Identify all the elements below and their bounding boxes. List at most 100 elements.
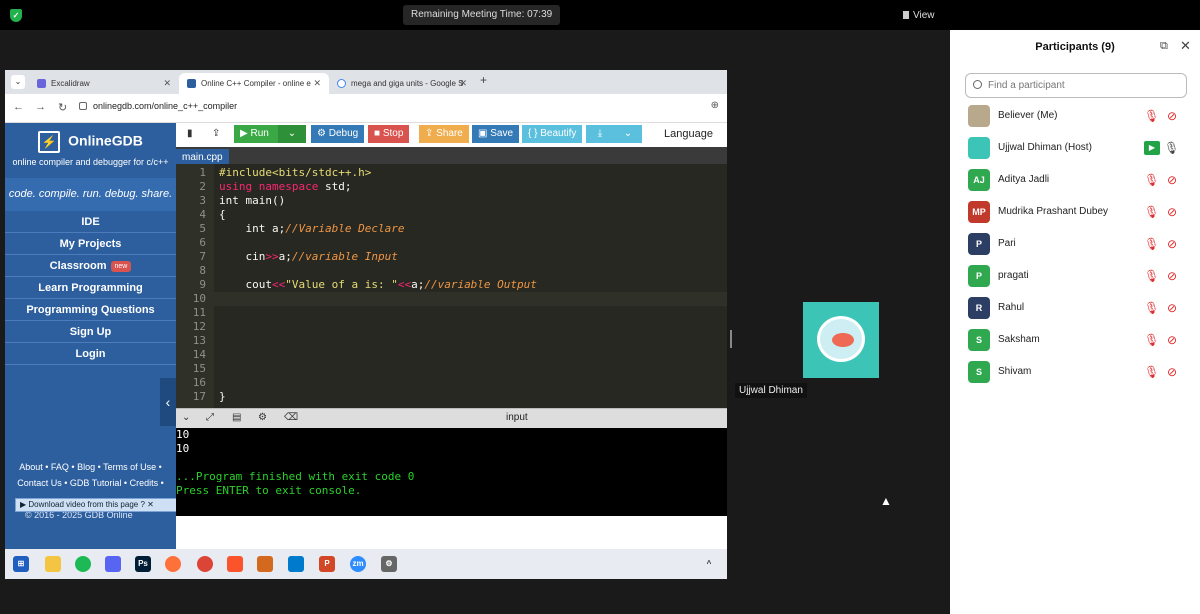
participant-video-tile[interactable]: [803, 302, 879, 378]
share-button[interactable]: ⇪ Share: [419, 125, 469, 143]
video-off-icon[interactable]: ⊘: [1164, 237, 1180, 251]
sidebar-item-ide[interactable]: IDE: [5, 211, 176, 233]
participant-row[interactable]: P pragati 🎙︎ ⊘: [968, 265, 1190, 287]
collapse-sidebar-icon[interactable]: ‹: [160, 378, 176, 426]
shared-browser-window: ⌄ Excalidraw ✕ Online C++ Compiler - onl…: [5, 70, 727, 549]
language-label[interactable]: Language: [664, 128, 713, 140]
mic-muted-icon[interactable]: 🎙︎: [1144, 237, 1159, 251]
sidebar-item-login[interactable]: Login: [5, 343, 176, 365]
video-off-icon[interactable]: ⊘: [1164, 269, 1180, 283]
code-editor[interactable]: 1 #include<bits/stdc++.h> 2 using namespac…: [176, 164, 727, 408]
participant-name: pragati: [998, 270, 1029, 281]
download-options-dropdown[interactable]: ⌄: [614, 125, 642, 143]
close-icon[interactable]: ✕: [313, 73, 321, 94]
view-button[interactable]: View: [903, 10, 935, 21]
pop-out-icon[interactable]: ⧉: [1160, 40, 1168, 53]
reload-icon[interactable]: ↻: [58, 101, 67, 114]
shield-icon[interactable]: ✓: [10, 9, 22, 22]
sidebar-item-classroom[interactable]: Classroom new: [5, 255, 176, 277]
gear-icon[interactable]: ⚙: [258, 412, 267, 423]
fishbowl-avatar: [817, 316, 865, 362]
splitter-handle[interactable]: [730, 330, 732, 348]
video-off-icon[interactable]: ⊘: [1164, 109, 1180, 123]
debug-button[interactable]: ⚙ Debug: [311, 125, 365, 143]
run-options-dropdown[interactable]: ⌄: [278, 125, 306, 143]
zoom-app-icon[interactable]: zm: [350, 556, 366, 572]
mic-muted-icon[interactable]: 🎙︎: [1144, 365, 1159, 379]
photoshop-icon[interactable]: Ps: [135, 556, 151, 572]
stop-button[interactable]: ■ Stop: [368, 125, 410, 143]
mic-muted-icon[interactable]: 🎙︎: [1144, 109, 1159, 123]
avatar: R: [968, 297, 990, 319]
participant-row[interactable]: S Saksham 🎙︎ ⊘: [968, 329, 1190, 351]
tab-search-dropdown[interactable]: ⌄: [11, 75, 25, 89]
participant-row[interactable]: Believer (Me) 🎙︎ ⊘: [968, 105, 1190, 127]
participant-search-input[interactable]: Find a participant: [965, 73, 1187, 98]
participant-row[interactable]: S Shivam 🎙︎ ⊘: [968, 361, 1190, 383]
forward-icon[interactable]: →: [35, 101, 46, 113]
tray-chevron-icon[interactable]: ^: [701, 556, 717, 572]
participant-row[interactable]: AJ Aditya Jadli 🎙︎ ⊘: [968, 169, 1190, 191]
video-off-icon[interactable]: ⊘: [1164, 365, 1180, 379]
mouse-cursor-icon: ▲: [880, 494, 892, 508]
tab-excalidraw[interactable]: Excalidraw ✕: [29, 73, 179, 94]
download-icon[interactable]: ⤓: [586, 125, 614, 143]
settings-icon[interactable]: ⚙: [381, 556, 397, 572]
video-off-icon[interactable]: ⊘: [1164, 173, 1180, 187]
mic-muted-icon[interactable]: 🎙︎: [1144, 333, 1159, 347]
copy-icon[interactable]: ▤: [232, 412, 241, 423]
close-icon[interactable]: ✕: [163, 73, 171, 94]
participant-row[interactable]: P Pari 🎙︎ ⊘: [968, 233, 1190, 255]
file-explorer-icon[interactable]: [45, 556, 61, 572]
save-button[interactable]: ▣ Save: [472, 125, 520, 143]
tab-onlinegdb[interactable]: Online C++ Compiler - online e ✕: [179, 73, 329, 94]
mic-on-icon[interactable]: 🎙︎: [1164, 141, 1179, 155]
chrome-icon[interactable]: [197, 556, 213, 572]
expand-icon[interactable]: ⤢: [206, 412, 214, 423]
spotify-icon[interactable]: [75, 556, 91, 572]
video-off-icon[interactable]: ⊘: [1164, 301, 1180, 315]
powerpoint-icon[interactable]: P: [319, 556, 335, 572]
mic-muted-icon[interactable]: 🎙︎: [1144, 205, 1159, 219]
clear-console-icon[interactable]: ⌫: [284, 412, 298, 423]
sublime-icon[interactable]: [257, 556, 273, 572]
sidebar-item-learn-programming[interactable]: Learn Programming: [5, 277, 176, 299]
zoom-icon[interactable]: ⊕: [711, 100, 719, 111]
beautify-button[interactable]: { } Beautify: [522, 125, 583, 143]
upload-icon[interactable]: ⇪: [206, 125, 226, 143]
chevron-down-icon[interactable]: ⌄: [182, 412, 190, 423]
tab-label: Online C++ Compiler - online e: [201, 79, 311, 88]
back-icon[interactable]: ←: [13, 101, 24, 113]
video-off-icon[interactable]: ⊘: [1164, 205, 1180, 219]
participant-row[interactable]: R Rahul 🎙︎ ⊘: [968, 297, 1190, 319]
console-input-label[interactable]: input: [506, 412, 528, 423]
sidebar-item-my-projects[interactable]: My Projects: [5, 233, 176, 255]
close-icon[interactable]: ✕: [459, 73, 467, 94]
video-off-icon[interactable]: ⊘: [1164, 333, 1180, 347]
sidebar-item-programming-questions[interactable]: Programming Questions: [5, 299, 176, 321]
discord-icon[interactable]: [105, 556, 121, 572]
tab-google-search[interactable]: mega and giga units - Google S ✕: [329, 73, 475, 94]
url-field[interactable]: onlinegdb.com/online_c++_compiler: [79, 101, 237, 111]
participant-row[interactable]: Ujjwal Dhiman (Host) 🎙︎ ▶: [968, 137, 1190, 159]
new-file-icon[interactable]: ▮: [181, 125, 199, 143]
mic-muted-icon[interactable]: 🎙︎: [1144, 269, 1159, 283]
share-label: Share: [436, 128, 463, 139]
console-output[interactable]: 10 10 ...Program finished with exit code…: [176, 428, 727, 516]
windows-start-icon[interactable]: ⊞: [13, 556, 29, 572]
sidebar-item-sign-up[interactable]: Sign Up: [5, 321, 176, 343]
site-info-icon[interactable]: [79, 102, 87, 110]
new-tab-icon[interactable]: +: [480, 73, 487, 87]
footer-links-line2[interactable]: Contact Us • GDB Tutorial • Credits •: [5, 475, 176, 491]
run-button[interactable]: ▶ Run: [234, 125, 278, 143]
mic-muted-icon[interactable]: 🎙︎: [1144, 173, 1159, 187]
firefox-icon[interactable]: [165, 556, 181, 572]
footer-links-line1[interactable]: About • FAQ • Blog • Terms of Use •: [5, 459, 176, 475]
participant-row[interactable]: MP Mudrika Prashant Dubey 🎙︎ ⊘: [968, 201, 1190, 223]
close-icon[interactable]: ✕: [1180, 38, 1191, 54]
mic-muted-icon[interactable]: 🎙︎: [1144, 301, 1159, 315]
video-on-icon[interactable]: ▶: [1144, 141, 1160, 155]
brave-icon[interactable]: [227, 556, 243, 572]
gdb-logo-area[interactable]: ⚡ OnlineGDB online compiler and debugger …: [5, 123, 176, 178]
vscode-icon[interactable]: [288, 556, 304, 572]
